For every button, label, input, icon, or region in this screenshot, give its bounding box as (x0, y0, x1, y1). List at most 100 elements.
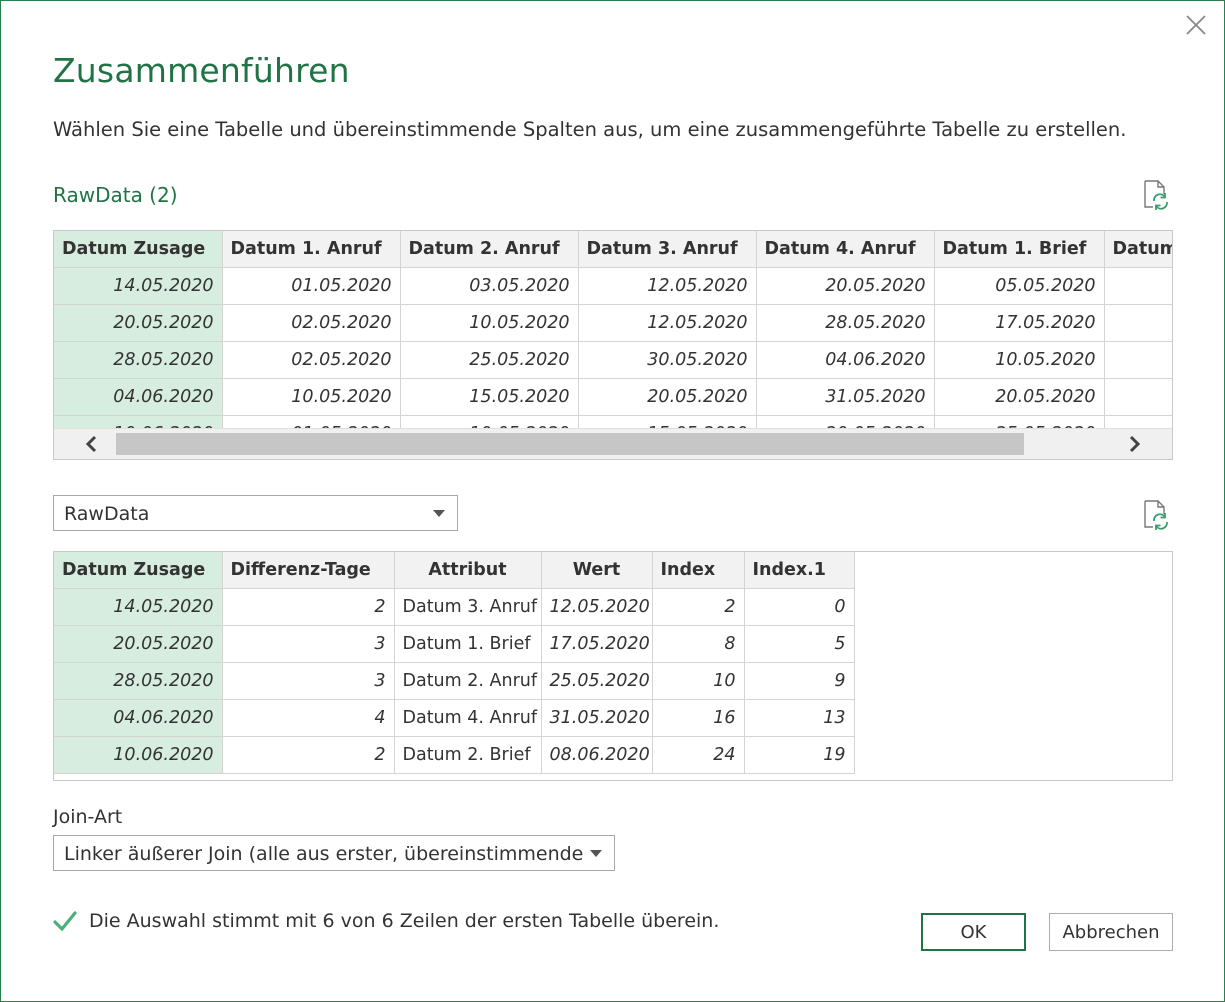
match-status-text: Die Auswahl stimmt mit 6 von 6 Zeilen de… (89, 910, 720, 932)
cancel-button[interactable]: Abbrechen (1049, 913, 1173, 951)
table-cell (1104, 378, 1172, 416)
table-cell: 20.05.2020 (756, 267, 935, 305)
table-cell: 13 (744, 699, 855, 737)
table-cell: 14.05.2020 (54, 267, 223, 305)
table-cell: 0 (744, 588, 855, 626)
table-header-row: Datum Zusage Differenz-Tage Attribut Wer… (54, 552, 855, 589)
merge-dialog: Zusammenführen Wählen Sie eine Tabelle u… (0, 0, 1225, 1002)
table-cell: 02.05.2020 (222, 341, 401, 379)
column-header[interactable]: Datum 4. Anruf (756, 231, 935, 268)
second-table-refresh-button[interactable] (1141, 499, 1171, 531)
table-row: 28.05.2020 02.05.2020 25.05.2020 30.05.2… (54, 341, 1172, 379)
chevron-right-icon (1129, 435, 1141, 453)
table-cell: 20.05.2020 (54, 625, 223, 663)
table-cell: 3 (222, 662, 395, 700)
match-status: Die Auswahl stimmt mit 6 von 6 Zeilen de… (53, 906, 719, 936)
table-row: 10.06.2020 2 Datum 2. Brief 08.06.2020 2… (54, 736, 855, 774)
table-cell: 17.05.2020 (541, 625, 653, 663)
column-header[interactable]: Datum (1104, 231, 1172, 268)
dialog-title: Zusammenführen (53, 51, 350, 90)
first-table-grid: Datum Zusage Datum 1. Anruf Datum 2. Anr… (54, 231, 1172, 453)
table-cell: 01.05.2020 (222, 267, 401, 305)
table-cell: 02.05.2020 (222, 304, 401, 342)
table-cell: 28.05.2020 (54, 662, 223, 700)
table-cell: 17.05.2020 (934, 304, 1105, 342)
column-header[interactable]: Datum Zusage (54, 231, 223, 268)
table-cell: 12.05.2020 (578, 267, 757, 305)
scroll-left-button[interactable] (72, 429, 112, 459)
table-row: 04.06.2020 10.05.2020 15.05.2020 20.05.2… (54, 378, 1172, 416)
table-cell: 20.05.2020 (934, 378, 1105, 416)
chevron-down-icon (433, 510, 445, 517)
table-row: 20.05.2020 02.05.2020 10.05.2020 12.05.2… (54, 304, 1172, 342)
table-cell: 8 (652, 625, 745, 663)
table-cell: 28.05.2020 (756, 304, 935, 342)
table-row: 14.05.2020 01.05.2020 03.05.2020 12.05.2… (54, 267, 1172, 305)
table-cell: 24 (652, 736, 745, 774)
table-cell: 30.05.2020 (578, 341, 757, 379)
table-cell: 04.06.2020 (54, 699, 223, 737)
join-type-label: Join-Art (53, 806, 123, 828)
table-cell: 25.05.2020 (400, 341, 579, 379)
table-cell: 05.05.2020 (934, 267, 1105, 305)
table-row: 14.05.2020 2 Datum 3. Anruf 12.05.2020 2… (54, 588, 855, 626)
table-cell: 10.05.2020 (222, 378, 401, 416)
checkmark-icon (53, 911, 77, 932)
first-table-name: RawData (2) (53, 183, 178, 207)
refresh-document-icon (1144, 180, 1168, 210)
table-cell: 4 (222, 699, 395, 737)
table-cell: 04.06.2020 (756, 341, 935, 379)
second-table-select-value: RawData (64, 503, 150, 525)
table-cell (1104, 267, 1172, 305)
close-button[interactable] (1181, 11, 1211, 41)
column-header[interactable]: Datum 3. Anruf (578, 231, 757, 268)
table-cell: 10.06.2020 (54, 736, 223, 774)
column-header[interactable]: Index (652, 552, 745, 589)
ok-button[interactable]: OK (921, 913, 1026, 951)
column-header[interactable]: Datum 2. Anruf (400, 231, 579, 268)
horizontal-scrollbar[interactable] (54, 428, 1172, 459)
table-row: 20.05.2020 3 Datum 1. Brief 17.05.2020 8… (54, 625, 855, 663)
column-header[interactable]: Datum Zusage (54, 552, 223, 589)
table-cell: 2 (652, 588, 745, 626)
table-cell: 31.05.2020 (756, 378, 935, 416)
table-cell: 10.05.2020 (934, 341, 1105, 379)
table-cell: 12.05.2020 (578, 304, 757, 342)
table-cell: 25.05.2020 (541, 662, 653, 700)
table-cell: Datum 3. Anruf (394, 588, 542, 626)
column-header[interactable]: Datum 1. Brief (934, 231, 1105, 268)
table-cell: 16 (652, 699, 745, 737)
first-table-preview: Datum Zusage Datum 1. Anruf Datum 2. Anr… (53, 230, 1173, 460)
column-header[interactable]: Index.1 (744, 552, 855, 589)
chevron-left-icon (85, 435, 97, 453)
table-cell: 3 (222, 625, 395, 663)
table-cell: 03.05.2020 (400, 267, 579, 305)
table-cell: 15.05.2020 (400, 378, 579, 416)
table-cell: 14.05.2020 (54, 588, 223, 626)
first-table-refresh-button[interactable] (1141, 179, 1171, 211)
table-cell: 08.06.2020 (541, 736, 653, 774)
table-cell: Datum 2. Brief (394, 736, 542, 774)
column-header[interactable]: Datum 1. Anruf (222, 231, 401, 268)
table-row: 28.05.2020 3 Datum 2. Anruf 25.05.2020 1… (54, 662, 855, 700)
table-cell: 9 (744, 662, 855, 700)
table-header-row: Datum Zusage Datum 1. Anruf Datum 2. Anr… (54, 231, 1172, 268)
table-cell (1104, 341, 1172, 379)
table-cell: Datum 4. Anruf (394, 699, 542, 737)
column-header[interactable]: Differenz-Tage (222, 552, 395, 589)
scrollbar-thumb[interactable] (116, 433, 1024, 455)
table-cell: Datum 2. Anruf (394, 662, 542, 700)
refresh-document-icon (1144, 500, 1168, 530)
table-cell: 20.05.2020 (54, 304, 223, 342)
table-cell: 31.05.2020 (541, 699, 653, 737)
scroll-right-button[interactable] (1114, 429, 1154, 459)
table-cell: Datum 1. Brief (394, 625, 542, 663)
second-table-select[interactable]: RawData (53, 495, 458, 531)
table-cell: 04.06.2020 (54, 378, 223, 416)
dialog-subtitle: Wählen Sie eine Tabelle und übereinstimm… (53, 118, 1127, 141)
column-header[interactable]: Wert (541, 552, 653, 589)
table-cell: 20.05.2020 (578, 378, 757, 416)
column-header[interactable]: Attribut (394, 552, 542, 589)
join-type-select[interactable]: Linker äußerer Join (alle aus erster, üb… (53, 835, 615, 871)
table-cell: 10 (652, 662, 745, 700)
